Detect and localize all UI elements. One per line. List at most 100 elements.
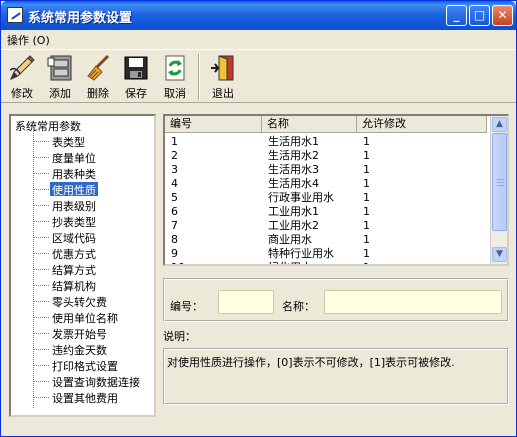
table-cell[interactable]: 1	[357, 163, 487, 177]
tree-item[interactable]: 零头转欠费	[52, 294, 107, 309]
tree-item[interactable]: 发票开始号	[52, 326, 107, 341]
exit-button[interactable]: 退出	[204, 52, 242, 102]
name-label: 名称：	[282, 300, 315, 313]
name-input[interactable]	[324, 290, 502, 314]
table-cell[interactable]: 1	[357, 205, 487, 219]
toolbar: 修改 添加 删除 保存 取消 退出	[1, 49, 516, 103]
tree-connector	[33, 157, 49, 158]
tree-item[interactable]: 使用性质	[50, 182, 98, 197]
description-label: 说明：	[163, 330, 196, 343]
table-cell[interactable]: 7	[165, 219, 262, 233]
exit-door-icon	[211, 55, 234, 81]
table-cell[interactable]: 绿化用水	[262, 261, 357, 264]
tree-item[interactable]: 表类型	[52, 134, 85, 149]
delete-button[interactable]: 删除	[79, 52, 117, 102]
table-cell[interactable]: 工业用水2	[262, 219, 357, 233]
table-cell[interactable]: 2	[165, 149, 262, 163]
tree-item[interactable]: 度量单位	[52, 150, 96, 165]
column-header[interactable]: 允许修改	[357, 116, 487, 133]
grid-scrollbar[interactable]: ▲ ▼	[490, 116, 507, 264]
refresh-cancel-icon	[165, 55, 185, 81]
window-title: 系统常用参数设置	[28, 11, 133, 26]
table-cell[interactable]: 8	[165, 233, 262, 247]
tree-item[interactable]: 用表级别	[52, 198, 96, 213]
table-cell[interactable]: 6	[165, 205, 262, 219]
tree-connector	[33, 365, 49, 366]
tree-item[interactable]: 用表种类	[52, 166, 96, 181]
table-cell[interactable]: 4	[165, 177, 262, 191]
edit-label: 修改	[11, 87, 33, 100]
menu-operation[interactable]: 操作 (O)	[7, 32, 50, 48]
column-header[interactable]: 名称	[262, 116, 357, 133]
save-button[interactable]: 保存	[117, 52, 155, 102]
edit-panel: 编号： 名称：	[163, 278, 509, 322]
tree-connector	[33, 397, 49, 398]
scroll-thumb[interactable]	[492, 133, 507, 231]
title-bar[interactable]: 系统常用参数设置 _ □ ✕	[1, 1, 516, 30]
main-window: 系统常用参数设置 _ □ ✕ 操作 (O) 修改 添加 删除 保存 取消 退出 …	[0, 0, 517, 437]
tree-item[interactable]: 抄表类型	[52, 214, 96, 229]
cancel-label: 取消	[164, 87, 186, 100]
tree-connector	[33, 237, 49, 238]
cancel-button[interactable]: 取消	[156, 52, 194, 102]
table-cell[interactable]: 1	[165, 135, 262, 149]
table-cell[interactable]: 特种行业用水	[262, 247, 357, 261]
tree-item[interactable]: 区域代码	[52, 230, 96, 245]
thumb-grip	[497, 185, 504, 186]
table-cell[interactable]: 1	[357, 149, 487, 163]
table-cell[interactable]: 1	[357, 135, 487, 149]
maximize-button[interactable]: □	[469, 5, 490, 26]
close-button[interactable]: ✕	[492, 5, 513, 26]
code-input[interactable]	[218, 290, 274, 314]
column-header[interactable]: 编号	[165, 116, 262, 133]
table-cell[interactable]: 1	[357, 219, 487, 233]
tree-connector	[33, 269, 49, 270]
table-cell[interactable]: 3	[165, 163, 262, 177]
add-button[interactable]: 添加	[41, 52, 79, 102]
tree-connector	[33, 141, 49, 142]
table-cell[interactable]: 工业用水1	[262, 205, 357, 219]
parameter-grid[interactable]: 编号 名称 允许修改 1 生活用水1 1 2 生活用水2 1 3 生活用水3 1 4 生活用水4 1 5 行政事…	[163, 114, 509, 266]
menu-bar: 操作 (O)	[1, 30, 516, 48]
tree-connector	[33, 285, 49, 286]
parameter-tree[interactable]: 系统常用参数 表类型 度量单位 用表种类 使用性质 用表级别 抄表类型 区域代码 优惠方式 结算…	[9, 114, 156, 417]
table-cell[interactable]: 1	[357, 177, 487, 191]
table-cell[interactable]: 商业用水	[262, 233, 357, 247]
table-cell[interactable]: 9	[165, 247, 262, 261]
tree-connector	[33, 253, 49, 254]
table-cell[interactable]: 1	[357, 233, 487, 247]
table-cell[interactable]: 生活用水1	[262, 135, 357, 149]
scroll-up-button[interactable]: ▲	[492, 117, 507, 132]
tree-connector	[33, 301, 49, 302]
scroll-down-button[interactable]: ▼	[492, 247, 507, 262]
table-cell[interactable]: 10	[165, 261, 262, 264]
table-cell[interactable]: 5	[165, 191, 262, 205]
tree-item[interactable]: 违约金天数	[52, 342, 107, 357]
edit-button[interactable]: 修改	[3, 52, 41, 102]
tree-connector	[33, 189, 49, 190]
cabinet-add-icon	[47, 55, 72, 81]
floppy-save-icon	[124, 56, 148, 80]
tree-item[interactable]: 打印格式设置	[52, 358, 118, 373]
exit-label: 退出	[212, 87, 234, 100]
add-label: 添加	[49, 87, 71, 100]
minimize-button[interactable]: _	[446, 5, 467, 26]
tree-connector	[33, 381, 49, 382]
table-cell[interactable]: 生活用水2	[262, 149, 357, 163]
tree-root[interactable]: 系统常用参数	[15, 118, 81, 134]
tree-item[interactable]: 结算方式	[52, 262, 96, 277]
tree-item[interactable]: 结算机构	[52, 278, 96, 293]
tree-item[interactable]: 使用单位名称	[52, 310, 118, 325]
tree-item[interactable]: 设置其他费用	[52, 390, 118, 405]
tree-item[interactable]: 设置查询数据连接	[52, 374, 140, 389]
table-cell[interactable]: 1	[357, 247, 487, 261]
tree-connector	[33, 317, 49, 318]
table-cell[interactable]: 生活用水4	[262, 177, 357, 191]
table-cell[interactable]: 1	[357, 261, 487, 264]
table-cell[interactable]: 1	[357, 191, 487, 205]
table-cell[interactable]: 生活用水3	[262, 163, 357, 177]
table-cell[interactable]: 行政事业用水	[262, 191, 357, 205]
description-box: 对使用性质进行操作，[0]表示不可修改，[1]表示可被修改.	[163, 348, 509, 405]
tree-item[interactable]: 优惠方式	[52, 246, 96, 261]
tree-connector	[33, 333, 49, 334]
